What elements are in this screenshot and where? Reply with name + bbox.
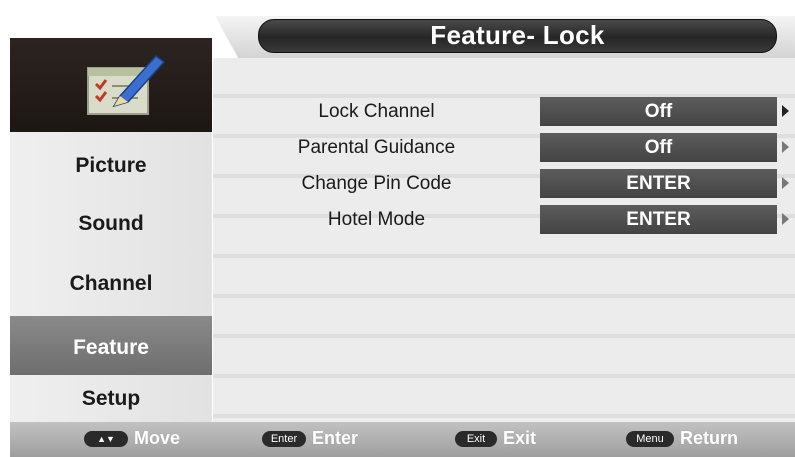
arrow-right-icon (782, 177, 789, 189)
arrow-right-icon (782, 105, 789, 117)
checklist-pencil-icon (87, 54, 166, 115)
menu-key-icon: Menu (626, 431, 674, 447)
sidebar-item-feature[interactable]: Feature (10, 336, 212, 360)
sidebar-item-picture[interactable]: Picture (10, 154, 212, 178)
hint-move-label: Move (134, 428, 181, 448)
row-label-hotel-mode: Hotel Mode (327, 209, 426, 230)
change-pin-code-value[interactable]: ENTER (540, 169, 777, 198)
hotel-mode-value[interactable]: ENTER (540, 205, 777, 234)
sidebar-item-setup[interactable]: Setup (10, 387, 212, 411)
parental-guidance-value[interactable]: Off (540, 133, 777, 162)
tv-osd-menu: Feature- Lock Picture Sound Channel Feat… (0, 0, 795, 457)
row-label-lock-channel: Lock Channel (318, 101, 435, 122)
lock-channel-value[interactable]: Off (540, 97, 777, 126)
sidebar-item-channel[interactable]: Channel (10, 272, 212, 296)
hint-enter-label: Enter (312, 428, 359, 448)
enter-key-icon: Enter (262, 431, 306, 447)
menu-title: Feature- Lock (258, 19, 777, 53)
row-label-change-pin-code: Change Pin Code (301, 173, 452, 194)
menu-icon-box (10, 38, 212, 132)
sidebar-item-sound[interactable]: Sound (10, 212, 212, 236)
updown-key-icon: ▲▼ (84, 431, 128, 447)
row-label-parental-guidance: Parental Guidance (297, 137, 456, 158)
hint-return-label: Return (680, 428, 738, 448)
arrow-right-icon (782, 141, 789, 153)
hint-exit-label: Exit (503, 428, 537, 448)
exit-key-icon: Exit (455, 431, 497, 447)
arrow-right-icon (782, 213, 789, 225)
